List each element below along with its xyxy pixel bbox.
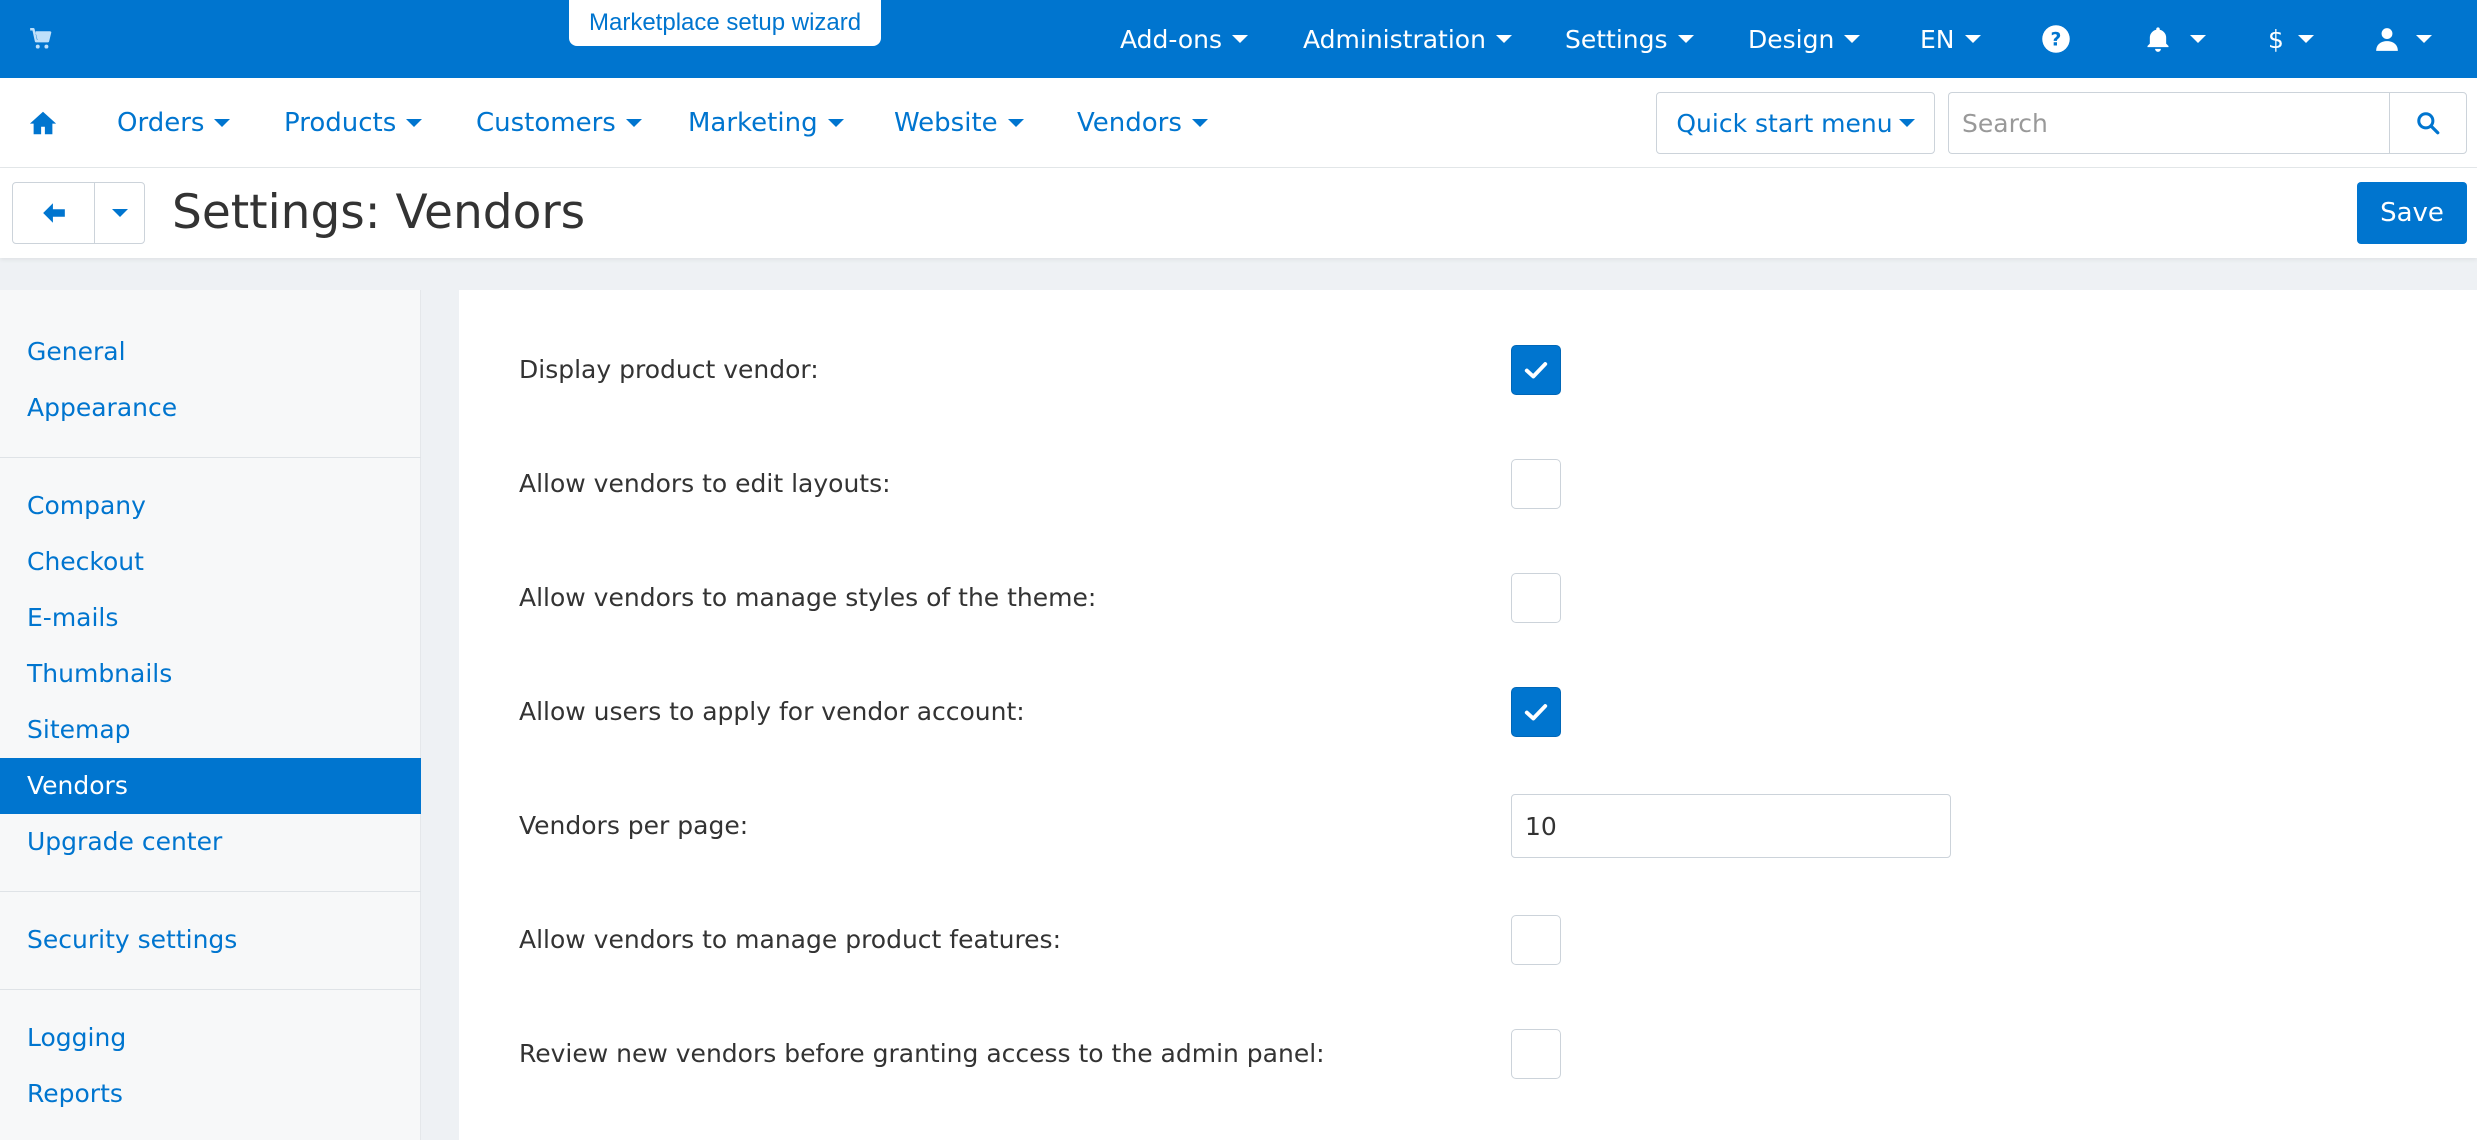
quick-start-menu-label: Quick start menu (1676, 108, 1893, 138)
allow-vendors-manage-styles-checkbox[interactable] (1511, 573, 1561, 623)
search-button[interactable] (2389, 92, 2467, 154)
page-title: Settings: Vendors (172, 185, 586, 240)
back-button[interactable] (13, 183, 95, 243)
sidebar-item-upgrade-center[interactable]: Upgrade center (0, 814, 421, 870)
sidebar-item-thumbnails[interactable]: Thumbnails (0, 646, 421, 702)
sidebar-item-company[interactable]: Company (0, 478, 421, 534)
setting-label-manage-styles: Allow vendors to manage styles of the th… (519, 583, 1097, 612)
vendors-per-page-input[interactable] (1511, 794, 1951, 858)
sidebar-item-general[interactable]: General (0, 324, 421, 380)
nav-orders[interactable]: Orders (117, 78, 231, 168)
settings-form: Display product vendor: Allow vendors to… (459, 290, 2477, 1140)
chevron-down-icon (214, 119, 231, 127)
setting-label-review-new-vendors: Review new vendors before granting acces… (519, 1039, 1325, 1068)
chevron-down-icon (1964, 35, 1981, 43)
help-icon: ? (2042, 25, 2070, 53)
chevron-down-icon (2297, 35, 2314, 43)
sidebar-item-checkout[interactable]: Checkout (0, 534, 421, 590)
topnav-currency-label: $ (2268, 24, 2284, 54)
topnav-addons-label: Add-ons (1120, 24, 1223, 54)
svg-text:?: ? (2051, 29, 2062, 50)
sidebar-item-appearance[interactable]: Appearance (0, 380, 421, 436)
sidebar-item-emails[interactable]: E-mails (0, 590, 421, 646)
chevron-down-icon (1007, 119, 1024, 127)
topnav-language-label: EN (1920, 24, 1955, 54)
top-bar: Marketplace setup wizard Add-ons Adminis… (0, 0, 2477, 78)
topnav-settings-label: Settings (1565, 24, 1668, 54)
search-input[interactable] (1948, 92, 2390, 154)
setting-label-vendors-per-page: Vendors per page: (519, 811, 749, 840)
topnav-design[interactable]: Design (1748, 0, 1861, 78)
setting-label-manage-product-features: Allow vendors to manage product features… (519, 925, 1062, 954)
nav-orders-label: Orders (117, 108, 205, 138)
setting-label-allow-edit-layouts: Allow vendors to edit layouts: (519, 469, 891, 498)
topnav-design-label: Design (1748, 24, 1835, 54)
topnav-settings[interactable]: Settings (1565, 0, 1694, 78)
page-header: Settings: Vendors Save (0, 168, 2477, 258)
history-dropdown-button[interactable] (95, 183, 144, 243)
review-new-vendors-checkbox[interactable] (1511, 1029, 1561, 1079)
chevron-down-icon (1844, 35, 1861, 43)
marketplace-setup-wizard-button[interactable]: Marketplace setup wizard (569, 0, 882, 46)
chevron-down-icon (1495, 35, 1512, 43)
chevron-down-icon (406, 119, 423, 127)
chevron-down-icon (2416, 35, 2432, 43)
nav-vendors[interactable]: Vendors (1077, 78, 1208, 168)
topnav-administration-label: Administration (1303, 24, 1486, 54)
settings-sidebar: General Appearance Company Checkout E-ma… (0, 290, 421, 1140)
sidebar-item-sitemap[interactable]: Sitemap (0, 702, 421, 758)
sidebar-divider (0, 891, 421, 892)
nav-products[interactable]: Products (284, 78, 423, 168)
back-button-group (12, 182, 145, 244)
allow-apply-vendor-account-checkbox[interactable] (1511, 687, 1561, 737)
check-icon (1524, 704, 1548, 721)
display-product-vendor-checkbox[interactable] (1511, 345, 1561, 395)
bell-icon (2147, 27, 2169, 52)
chevron-down-icon (111, 209, 128, 217)
topnav-addons[interactable]: Add-ons (1120, 0, 1249, 78)
sidebar-item-logging[interactable]: Logging (0, 1010, 421, 1066)
setting-label-display-product-vendor: Display product vendor: (519, 355, 819, 384)
sidebar-divider (0, 457, 421, 458)
quick-start-menu-button[interactable]: Quick start menu (1656, 92, 1935, 154)
allow-vendors-edit-layouts-checkbox[interactable] (1511, 459, 1561, 509)
topnav-help[interactable]: ? (2041, 0, 2071, 78)
chevron-down-icon (2190, 35, 2206, 43)
sidebar-divider (0, 989, 421, 990)
chevron-down-icon (1898, 119, 1915, 127)
topnav-language[interactable]: EN (1920, 0, 1981, 78)
search-icon (2417, 112, 2440, 135)
nav-marketing[interactable]: Marketing (688, 78, 844, 168)
sidebar-item-reports[interactable]: Reports (0, 1066, 421, 1122)
setting-label-apply-vendor-account: Allow users to apply for vendor account: (519, 697, 1025, 726)
home-icon[interactable] (28, 108, 58, 138)
check-icon (1524, 362, 1548, 379)
topnav-currency[interactable]: $ (2268, 0, 2314, 78)
save-button[interactable]: Save (2357, 182, 2467, 244)
chevron-down-icon (1232, 35, 1249, 43)
nav-marketing-label: Marketing (688, 108, 818, 138)
main-navigation: Orders Products Customers Marketing Webs… (0, 78, 2477, 168)
cart-icon[interactable] (28, 26, 54, 52)
chevron-down-icon (1191, 119, 1208, 127)
chevron-down-icon (1677, 35, 1694, 43)
sidebar-item-security-settings[interactable]: Security settings (0, 912, 421, 968)
nav-customers[interactable]: Customers (476, 78, 642, 168)
nav-vendors-label: Vendors (1077, 108, 1182, 138)
nav-customers-label: Customers (476, 108, 616, 138)
nav-website[interactable]: Website (894, 78, 1024, 168)
arrow-left-icon (42, 203, 65, 223)
chevron-down-icon (625, 119, 642, 127)
nav-website-label: Website (894, 108, 998, 138)
allow-vendors-manage-product-features-checkbox[interactable] (1511, 915, 1561, 965)
user-icon (2376, 28, 2398, 51)
topnav-user[interactable] (2374, 0, 2432, 78)
sidebar-item-vendors[interactable]: Vendors (0, 758, 421, 814)
topnav-notifications[interactable] (2144, 0, 2206, 78)
chevron-down-icon (827, 119, 844, 127)
nav-products-label: Products (284, 108, 397, 138)
topnav-administration[interactable]: Administration (1303, 0, 1512, 78)
